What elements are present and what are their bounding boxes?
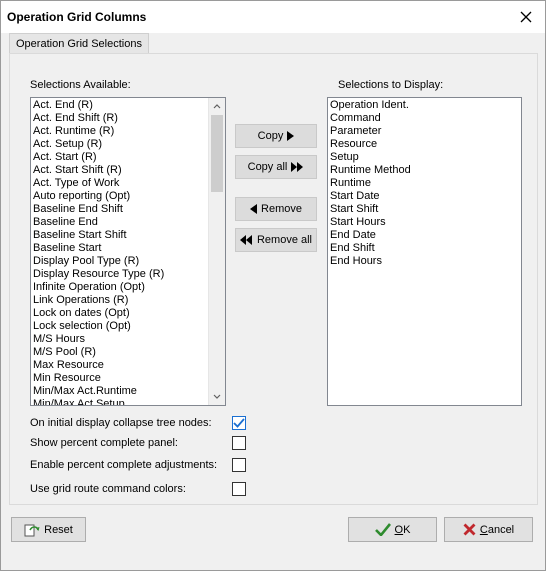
- copy-all-button[interactable]: Copy all: [235, 155, 317, 179]
- dialog-window: Operation Grid Columns Operation Grid Se…: [0, 0, 546, 571]
- arrow-left-icon: [250, 204, 258, 214]
- cancel-button[interactable]: Cancel: [444, 517, 533, 542]
- available-list-item[interactable]: M/S Pool (R): [33, 346, 206, 359]
- remove-all-button[interactable]: Remove all: [235, 228, 317, 252]
- remove-button[interactable]: Remove: [235, 197, 317, 221]
- chevron-up-icon: [213, 104, 221, 109]
- display-list-item[interactable]: Start Date: [330, 190, 519, 203]
- option-label-route-colors: Use grid route command colors:: [30, 483, 186, 495]
- ok-label: OK: [394, 523, 411, 536]
- display-list-item[interactable]: Start Shift: [330, 203, 519, 216]
- ok-button[interactable]: OK: [348, 517, 437, 542]
- scroll-down-button[interactable]: [209, 389, 225, 405]
- display-list-item[interactable]: End Shift: [330, 242, 519, 255]
- scrollbar-thumb[interactable]: [211, 115, 223, 192]
- display-list-item[interactable]: Parameter: [330, 125, 519, 138]
- copy-label: Copy: [257, 130, 284, 142]
- display-list-item[interactable]: End Date: [330, 229, 519, 242]
- scroll-up-button[interactable]: [209, 98, 225, 114]
- cancel-label: Cancel: [479, 523, 515, 536]
- arrow-right-icon: [287, 131, 295, 141]
- available-list-item[interactable]: Act. End (R): [33, 99, 206, 112]
- available-list-item[interactable]: Max Resource: [33, 359, 206, 372]
- reset-label: Reset: [44, 523, 73, 536]
- copy-button[interactable]: Copy: [235, 124, 317, 148]
- available-list-item[interactable]: Display Resource Type (R): [33, 268, 206, 281]
- cancel-x-icon: [463, 523, 476, 536]
- available-list-item[interactable]: Act. Setup (R): [33, 138, 206, 151]
- display-label: Selections to Display:: [338, 79, 444, 91]
- show-percent-checkbox[interactable]: [232, 436, 246, 450]
- display-listbox[interactable]: Operation Ident. Command Parameter Resource…: [327, 97, 522, 406]
- option-label-enable-percent: Enable percent complete adjustments:: [30, 459, 218, 471]
- tab-operation-grid-selections[interactable]: Operation Grid Selections: [9, 33, 149, 54]
- available-list-item[interactable]: Link Operations (R): [33, 294, 206, 307]
- remove-label: Remove: [261, 203, 302, 215]
- option-label-show-percent: Show percent complete panel:: [30, 437, 178, 449]
- window-title: Operation Grid Columns: [7, 10, 147, 24]
- display-list-item[interactable]: Operation Ident.: [330, 99, 519, 112]
- collapse-tree-checkbox[interactable]: [232, 416, 246, 430]
- available-list-item[interactable]: Baseline End: [33, 216, 206, 229]
- available-list-item[interactable]: Lock on dates (Opt): [33, 307, 206, 320]
- available-list-item[interactable]: Display Pool Type (R): [33, 255, 206, 268]
- reset-icon: [24, 524, 40, 536]
- display-list-item[interactable]: End Hours: [330, 255, 519, 268]
- reset-button[interactable]: Reset: [11, 517, 86, 542]
- ok-check-icon: [374, 523, 391, 536]
- available-list-item[interactable]: Baseline End Shift: [33, 203, 206, 216]
- available-list-item[interactable]: Min/Max Act.Setup: [33, 398, 206, 405]
- enable-percent-checkbox[interactable]: [232, 458, 246, 472]
- available-scrollbar[interactable]: [208, 98, 225, 405]
- available-list-item[interactable]: Baseline Start Shift: [33, 229, 206, 242]
- double-arrow-right-icon: [291, 162, 304, 172]
- display-list-item[interactable]: Resource: [330, 138, 519, 151]
- available-list-item[interactable]: Lock selection (Opt): [33, 320, 206, 333]
- remove-all-label: Remove all: [256, 234, 313, 246]
- available-list-item[interactable]: Act. Start (R): [33, 151, 206, 164]
- display-list-item[interactable]: Setup: [330, 151, 519, 164]
- available-list-item[interactable]: Baseline Start: [33, 242, 206, 255]
- selections-panel: Selections Available: Selections to Disp…: [9, 53, 538, 505]
- double-arrow-left-icon: [239, 235, 252, 245]
- available-list-items: Act. End (R) Act. End Shift (R) Act. Runti…: [31, 98, 208, 405]
- available-list-item[interactable]: Act. Start Shift (R): [33, 164, 206, 177]
- available-list-item[interactable]: Auto reporting (Opt): [33, 190, 206, 203]
- available-list-item[interactable]: Infinite Operation (Opt): [33, 281, 206, 294]
- available-list-item[interactable]: Act. Type of Work: [33, 177, 206, 190]
- available-list-item[interactable]: Min Resource: [33, 372, 206, 385]
- display-list-item[interactable]: Runtime: [330, 177, 519, 190]
- title-bar: Operation Grid Columns: [1, 1, 545, 33]
- available-listbox[interactable]: Act. End (R) Act. End Shift (R) Act. Runti…: [30, 97, 226, 406]
- copy-all-label: Copy all: [247, 161, 288, 173]
- available-list-item[interactable]: M/S Hours: [33, 333, 206, 346]
- close-icon: [520, 11, 532, 23]
- route-colors-checkbox[interactable]: [232, 482, 246, 496]
- chevron-down-icon: [213, 394, 221, 399]
- checkmark-icon: [233, 418, 245, 428]
- available-label: Selections Available:: [30, 79, 131, 91]
- available-list-item[interactable]: Act. Runtime (R): [33, 125, 206, 138]
- display-list-item[interactable]: Runtime Method: [330, 164, 519, 177]
- display-list-item[interactable]: Start Hours: [330, 216, 519, 229]
- option-label-collapse-tree: On initial display collapse tree nodes:: [30, 417, 212, 429]
- available-list-item[interactable]: Act. End Shift (R): [33, 112, 206, 125]
- display-list-item[interactable]: Command: [330, 112, 519, 125]
- close-button[interactable]: [515, 7, 537, 27]
- available-list-item[interactable]: Min/Max Act.Runtime: [33, 385, 206, 398]
- display-list-items: Operation Ident. Command Parameter Resource…: [328, 98, 521, 405]
